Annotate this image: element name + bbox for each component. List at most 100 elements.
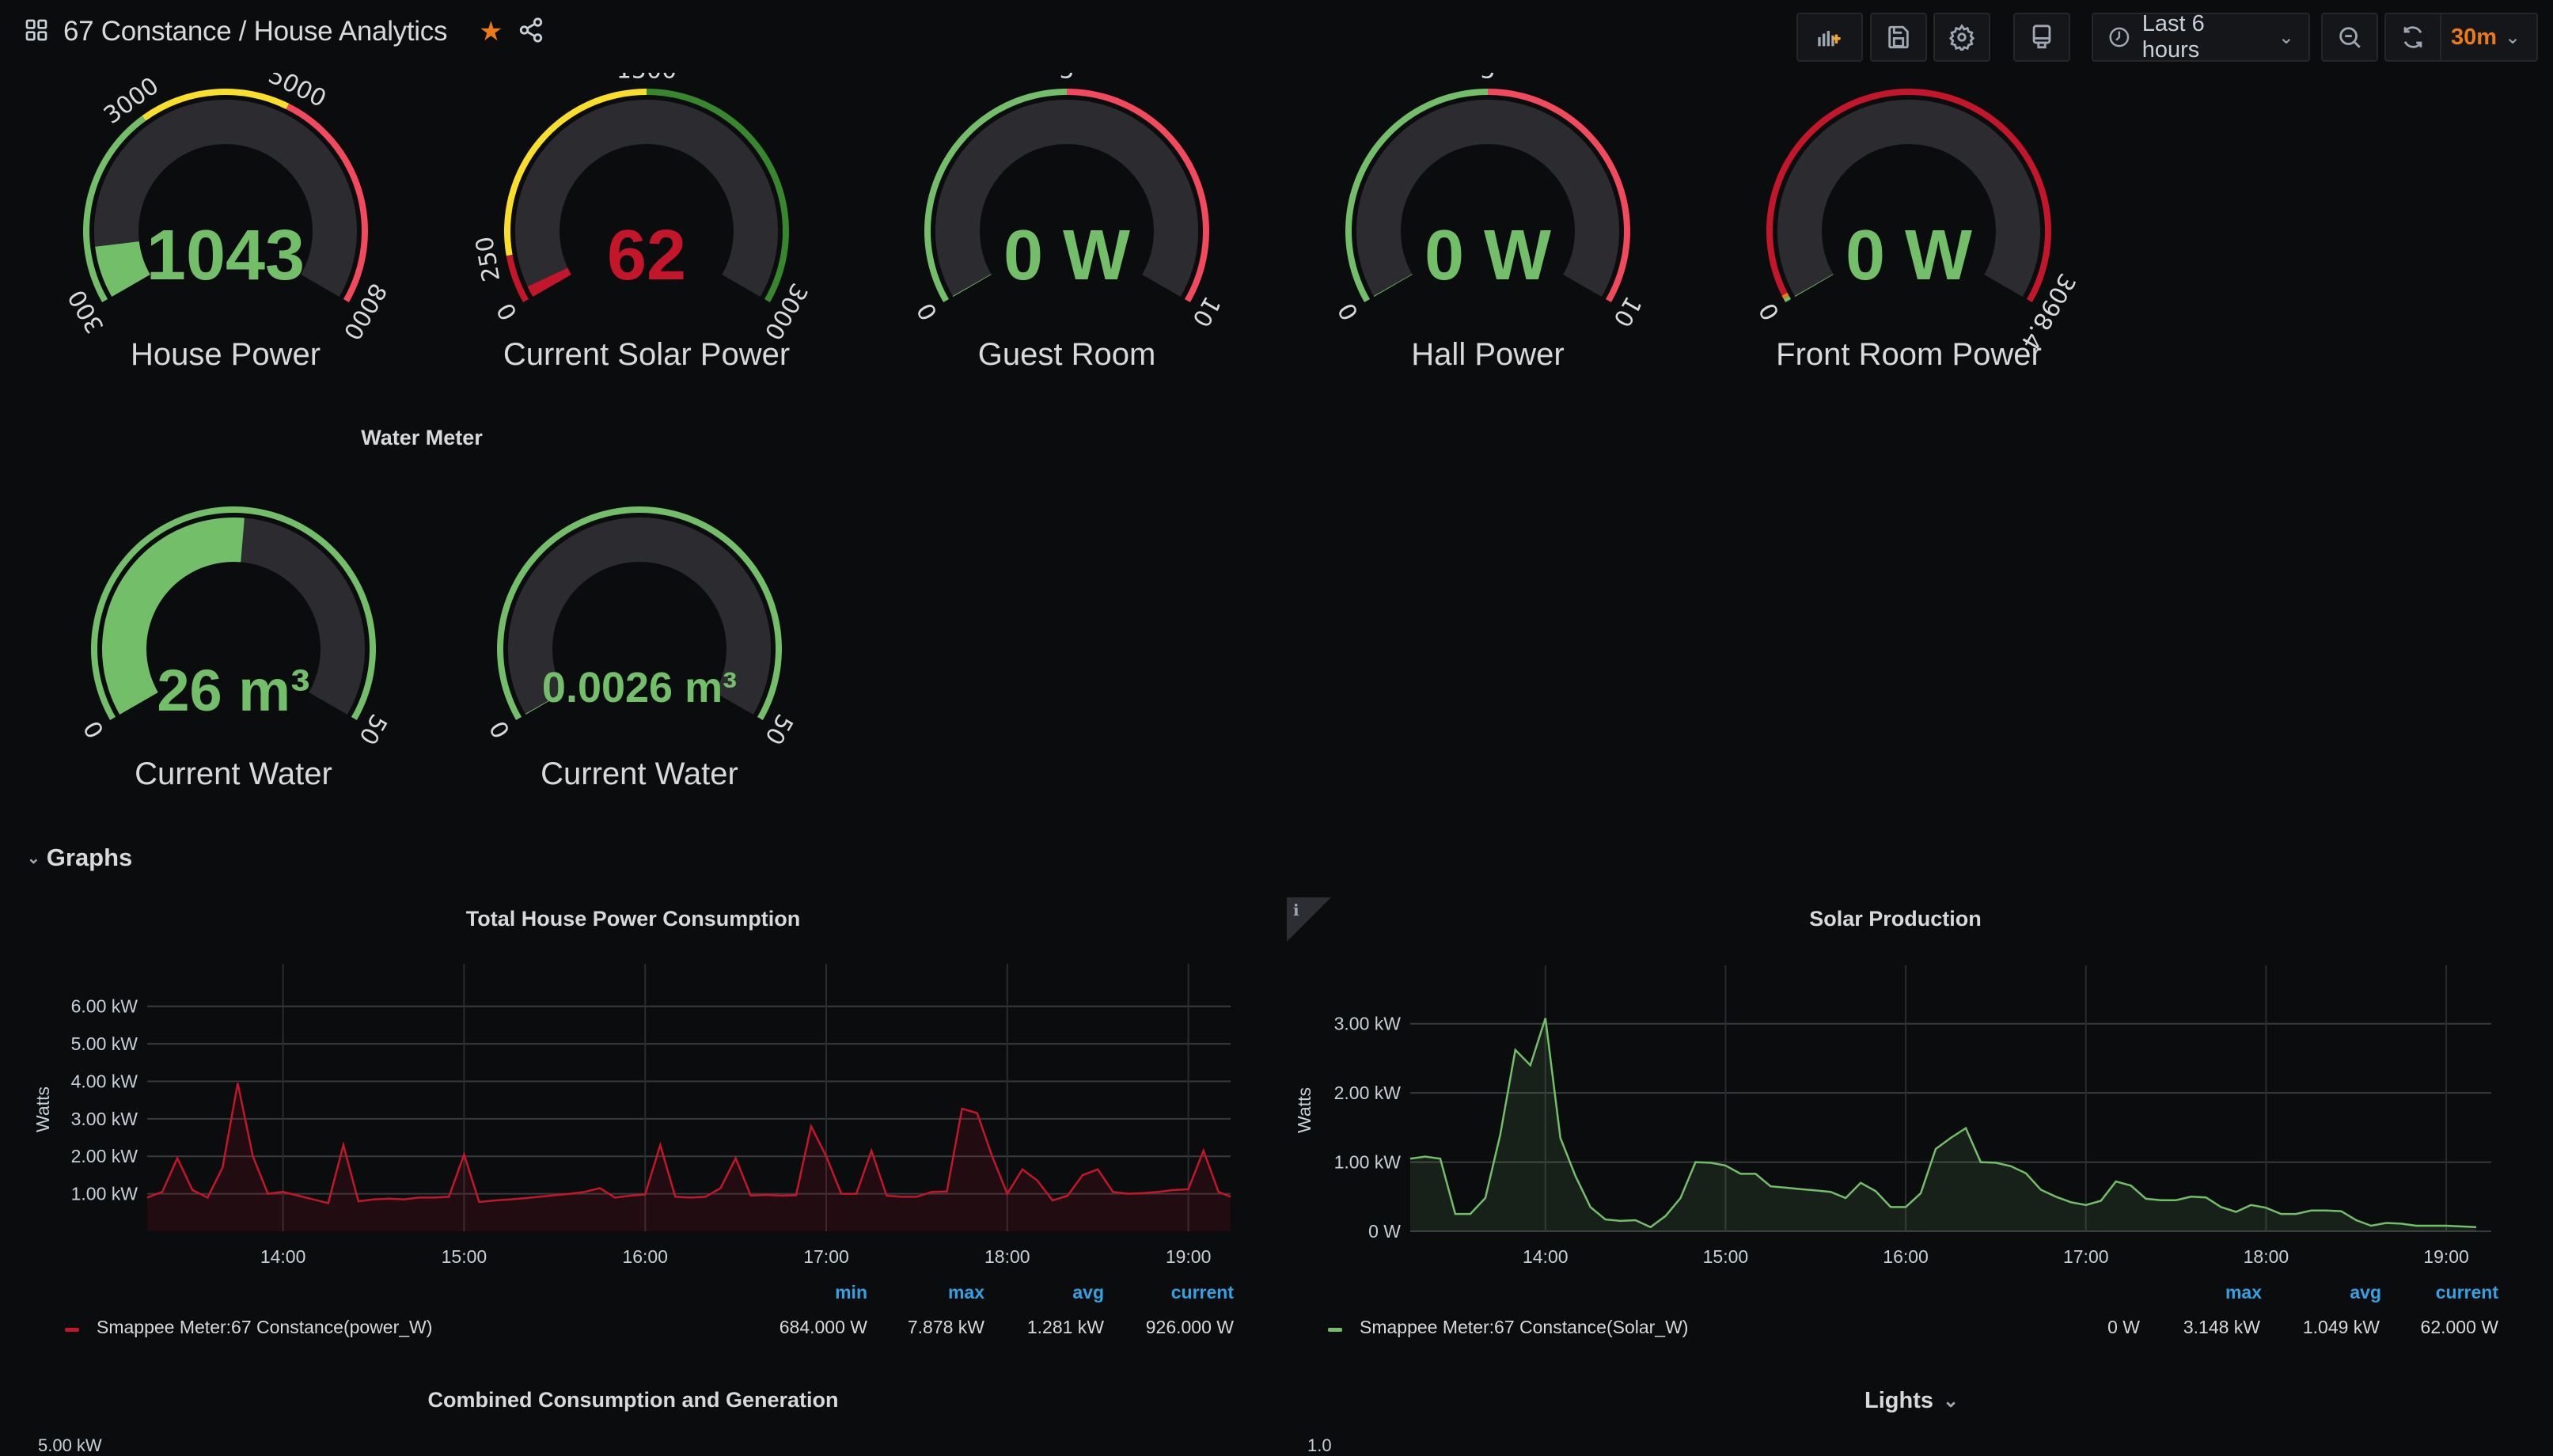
gauge-tick-label: 0 [1754,298,1785,324]
y-axis-tick-label: 6.00 kW [71,996,138,1017]
legend-max-value: 7.878 kW [908,1317,984,1338]
legend-min-value: 684.000 W [780,1317,867,1338]
gauge-tick-label: 0 [491,298,523,324]
x-axis-tick-label: 18:00 [2244,1246,2289,1266]
x-axis-tick-label: 19:00 [1166,1246,1212,1266]
x-axis-tick-label: 17:00 [803,1246,849,1266]
refresh-interval-picker[interactable]: 30m ⌄ [2441,25,2521,51]
dashboard-title[interactable]: 67 Constance / House Analytics [63,16,447,47]
zoom-out-button[interactable] [2321,13,2378,62]
y-axis-tick-label: 2.00 kW [71,1146,138,1166]
refresh-interval-label: 30m [2451,25,2497,51]
time-range-picker[interactable]: Last 6 hours ⌄ [2092,13,2310,62]
refresh-button[interactable] [2386,14,2441,60]
gauge-value: 0 W [869,215,1265,297]
y-axis-tick-label: 5.00 kW [38,1435,102,1456]
gauge-tick-label: 0 [484,715,516,742]
gauge-tick-label: 5 [1480,73,1495,85]
x-axis-tick-label: 15:00 [442,1246,487,1266]
legend-header-max[interactable]: max [948,1282,984,1303]
refresh-group: 30m ⌄ [2384,13,2538,62]
legend-series-name[interactable]: Smappee Meter:67 Constance(power_W) [97,1317,432,1338]
series-area [1410,1018,2476,1231]
zoom-out-icon [2336,24,2363,51]
gauge-panel[interactable]: 0510 0 W Guest Room [869,73,1265,405]
gauge-title: Current Solar Power [449,337,844,373]
gauge-value: 62 [449,215,844,297]
house-power-chart[interactable]: 1.00 kW2.00 kW3.00 kW4.00 kW5.00 kW6.00 … [0,950,1266,1266]
chevron-down-icon: ⌄ [27,848,40,868]
legend-current-value: 62.000 W [1282,1317,2498,1338]
gauge-tick-label: 0 [1333,298,1364,324]
legend-avg-value: 1.281 kW [1027,1317,1104,1338]
gauge-tick-label: 1500 [616,73,677,85]
dashboard-navbar: 67 Constance / House Analytics ★ [0,0,2553,76]
water-gauge-panel[interactable]: 050 26 m³ Current Water [36,491,431,823]
gauge-value: 1043 [28,215,423,297]
y-axis-tick-label: 1.00 kW [71,1184,138,1204]
panel-title[interactable]: Solar Production [1282,907,2509,931]
chevron-down-icon: ⌄ [1943,1390,1959,1412]
gauge-title: Hall Power [1290,337,1686,373]
y-axis-tick-label: 5.00 kW [71,1033,138,1054]
series-line[interactable] [147,1083,1231,1204]
y-axis-tick-label: 4.00 kW [71,1071,138,1091]
y-axis-label: Watts [1294,1087,1314,1133]
x-axis-tick-label: 15:00 [1703,1246,1749,1266]
x-axis-tick-label: 19:00 [2423,1246,2469,1266]
legend-header-current[interactable]: current [1171,1282,1234,1303]
x-axis-tick-label: 16:00 [1883,1246,1929,1266]
dashboard-settings-button[interactable] [1933,13,1990,62]
legend-series-swatch[interactable] [65,1328,79,1332]
panel-title[interactable]: Total House Power Consumption [0,907,1266,931]
share-icon[interactable] [518,17,544,47]
cycle-view-mode-button[interactable] [2013,13,2070,62]
gauge-svg: 050 [36,491,431,775]
series-area [147,1083,1231,1231]
gauge-value: 0 W [1290,215,1686,297]
gauge-panel[interactable]: 0510 0 W Hall Power [1290,73,1686,405]
gauge-panel[interactable]: 300300050008000 1043 House Power [28,73,423,405]
graphs-row-header[interactable]: ⌄ Graphs [27,844,132,872]
solar-production-chart[interactable]: 0 W1.00 kW2.00 kW3.00 kW14:0015:0016:001… [1282,950,2553,1266]
y-axis-tick-label: 3.00 kW [1334,1014,1402,1034]
panel-title[interactable]: Combined Consumption and Generation [0,1388,1266,1412]
chevron-down-icon: ⌄ [2505,26,2521,49]
save-dashboard-button[interactable] [1870,13,1927,62]
gauge-title: Current Water [36,756,431,792]
star-icon[interactable]: ★ [479,16,503,47]
y-axis-tick-label: 1.0 [1307,1435,1332,1456]
x-axis-tick-label: 14:00 [1523,1246,1569,1266]
gauge-panel[interactable]: 03098.4 0 W Front Room Power [1711,73,2107,405]
gear-icon [1948,24,1975,51]
legend-current-value: 926.000 W [1146,1317,1234,1338]
gauge-tick-label: 5000 [264,73,331,113]
x-axis-tick-label: 17:00 [2063,1246,2109,1266]
time-range-label: Last 6 hours [2142,11,2267,63]
clock-icon [2107,25,2131,49]
gauge-value: 0 W [1711,215,2107,297]
add-panel-icon [1816,24,1843,51]
water-gauge-panel[interactable]: 050 0.0026 m³ Current Water [442,491,837,823]
x-axis-tick-label: 16:00 [622,1246,668,1266]
y-axis-label: Watts [32,1086,53,1132]
gauge-title: House Power [28,337,423,373]
gauge-title: Current Water [442,756,837,792]
gauge-panel[interactable]: 025015003000 62 Current Solar Power [449,73,844,405]
x-axis-tick-label: 14:00 [260,1246,306,1266]
gauge-svg: 050 [442,491,837,775]
legend-header-min[interactable]: min [835,1282,867,1303]
gauge-value: 0.0026 m³ [442,663,837,712]
y-axis-tick-label: 0 W [1368,1221,1401,1242]
legend-header-avg[interactable]: avg [1072,1282,1104,1303]
dashboard-title-area: 67 Constance / House Analytics ★ [24,16,544,47]
solar-legend: min max avg current Smappee Meter:67 Con… [1282,1274,2553,1345]
house-power-legend: min max avg current Smappee Meter:67 Con… [0,1274,1266,1345]
legend-header-current[interactable]: current [1282,1282,2498,1303]
row-title: Graphs [47,844,133,872]
lights-panel-title[interactable]: Lights ⌄ [1864,1388,1959,1414]
dashboard-grid-icon[interactable] [24,17,49,47]
save-icon [1885,24,1912,51]
y-axis-tick-label: 2.00 kW [1334,1083,1402,1103]
add-panel-button[interactable] [1796,13,1863,62]
